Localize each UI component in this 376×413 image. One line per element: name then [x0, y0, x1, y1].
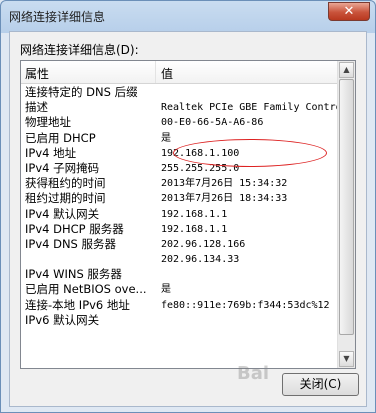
list-row[interactable]: 物理地址 00-E0-66-5A-A6-86 — [21, 115, 337, 130]
row-property: 租约过期的时间 — [25, 191, 106, 206]
column-divider[interactable] — [155, 61, 156, 83]
row-property: IPv4 DNS 服务器 — [25, 236, 117, 251]
column-header-property[interactable]: 属性 — [25, 65, 49, 82]
chevron-up-icon: ▲ — [343, 65, 350, 74]
dialog-body: 网络连接详细信息(D): 属性 值 连接特定的 DNS 后缀 描述 Realtek… — [9, 31, 367, 407]
row-value: 00-E0-66-5A-A6-86 — [161, 117, 264, 129]
list-row[interactable]: IPv4 WINS 服务器 — [21, 267, 337, 282]
list-row[interactable]: 获得租约的时间 2013年7月26日 15:34:32 — [21, 176, 337, 191]
row-property: IPv4 WINS 服务器 — [25, 267, 122, 282]
row-property: 物理地址 — [25, 115, 71, 130]
close-icon: ✕ — [343, 4, 355, 19]
row-value: Realtek PCIe GBE Family Contro — [161, 102, 342, 114]
row-property: IPv4 默认网关 — [25, 206, 100, 221]
row-property: IPv4 地址 — [25, 145, 77, 160]
list-row[interactable]: 连接特定的 DNS 后缀 — [21, 85, 337, 100]
column-header-value[interactable]: 值 — [161, 65, 173, 82]
mac-address-highlight-ellipse — [173, 139, 327, 167]
window-title: 网络连接详细信息 — [9, 10, 106, 24]
network-details-dialog: 网络连接详细信息 ✕ 网络连接详细信息(D): 属性 值 连接特定的 DNS 后… — [0, 0, 376, 413]
row-property: 连接特定的 DNS 后缀 — [25, 85, 138, 99]
row-value: 192.168.1.1 — [161, 223, 228, 235]
vertical-scrollbar[interactable]: ▲ ▼ — [337, 61, 355, 368]
list-row[interactable]: 描述 Realtek PCIe GBE Family Contro — [21, 100, 342, 115]
row-value: 202.96.134.33 — [161, 254, 240, 266]
list-row[interactable]: 连接-本地 IPv6 地址 fe80::911e:769b:f344:53dc%1… — [21, 298, 337, 313]
row-property: 已启用 NetBIOS ove... — [25, 282, 147, 297]
title-bar[interactable]: 网络连接详细信息 ✕ — [1, 1, 375, 31]
row-property: 描述 — [25, 100, 48, 115]
close-button[interactable]: 关闭(C) — [282, 373, 359, 396]
row-value: 是 — [161, 132, 171, 144]
list-row[interactable]: 已启用 NetBIOS ove... 是 — [21, 282, 337, 297]
watermark-logo: Bai — [237, 363, 270, 384]
scroll-up-button[interactable]: ▲ — [339, 62, 354, 78]
details-label: 网络连接详细信息(D): — [20, 43, 139, 57]
list-rows: 连接特定的 DNS 后缀 描述 Realtek PCIe GBE Family C… — [21, 85, 342, 328]
list-row[interactable]: 租约过期的时间 2013年7月26日 18:34:33 — [21, 191, 337, 206]
title-close-button[interactable]: ✕ — [328, 2, 370, 21]
list-row[interactable]: IPv6 默认网关 — [21, 313, 337, 328]
row-property: 获得租约的时间 — [25, 176, 106, 191]
chevron-down-icon: ▼ — [343, 354, 350, 363]
list-header: 属性 值 — [21, 61, 337, 84]
list-row[interactable]: IPv4 DNS 服务器 202.96.128.166 — [21, 237, 337, 252]
row-property: 连接-本地 IPv6 地址 — [25, 297, 130, 312]
row-property: IPv4 子网掩码 — [25, 160, 100, 175]
row-value: 202.96.128.166 — [161, 238, 246, 250]
row-property: IPv4 DHCP 服务器 — [25, 221, 124, 236]
row-value: 2013年7月26日 18:34:33 — [161, 193, 288, 205]
row-value: fe80::911e:769b:f344:53dc%12 — [161, 299, 330, 311]
row-property: 已启用 DHCP — [25, 130, 96, 145]
list-row[interactable]: IPv4 DHCP 服务器 192.168.1.1 — [21, 222, 337, 237]
row-value: 192.168.1.1 — [161, 208, 228, 220]
row-value: 2013年7月26日 15:34:32 — [161, 178, 288, 190]
scrollbar-thumb[interactable] — [339, 79, 354, 335]
scroll-down-button[interactable]: ▼ — [339, 351, 354, 367]
row-value: 是 — [161, 284, 171, 296]
details-list[interactable]: 属性 值 连接特定的 DNS 后缀 描述 Realtek PCIe GBE Fam… — [20, 60, 356, 369]
list-row[interactable]: 202.96.134.33 — [21, 252, 337, 267]
row-property: IPv6 默认网关 — [25, 312, 100, 327]
list-row[interactable]: IPv4 默认网关 192.168.1.1 — [21, 207, 337, 222]
